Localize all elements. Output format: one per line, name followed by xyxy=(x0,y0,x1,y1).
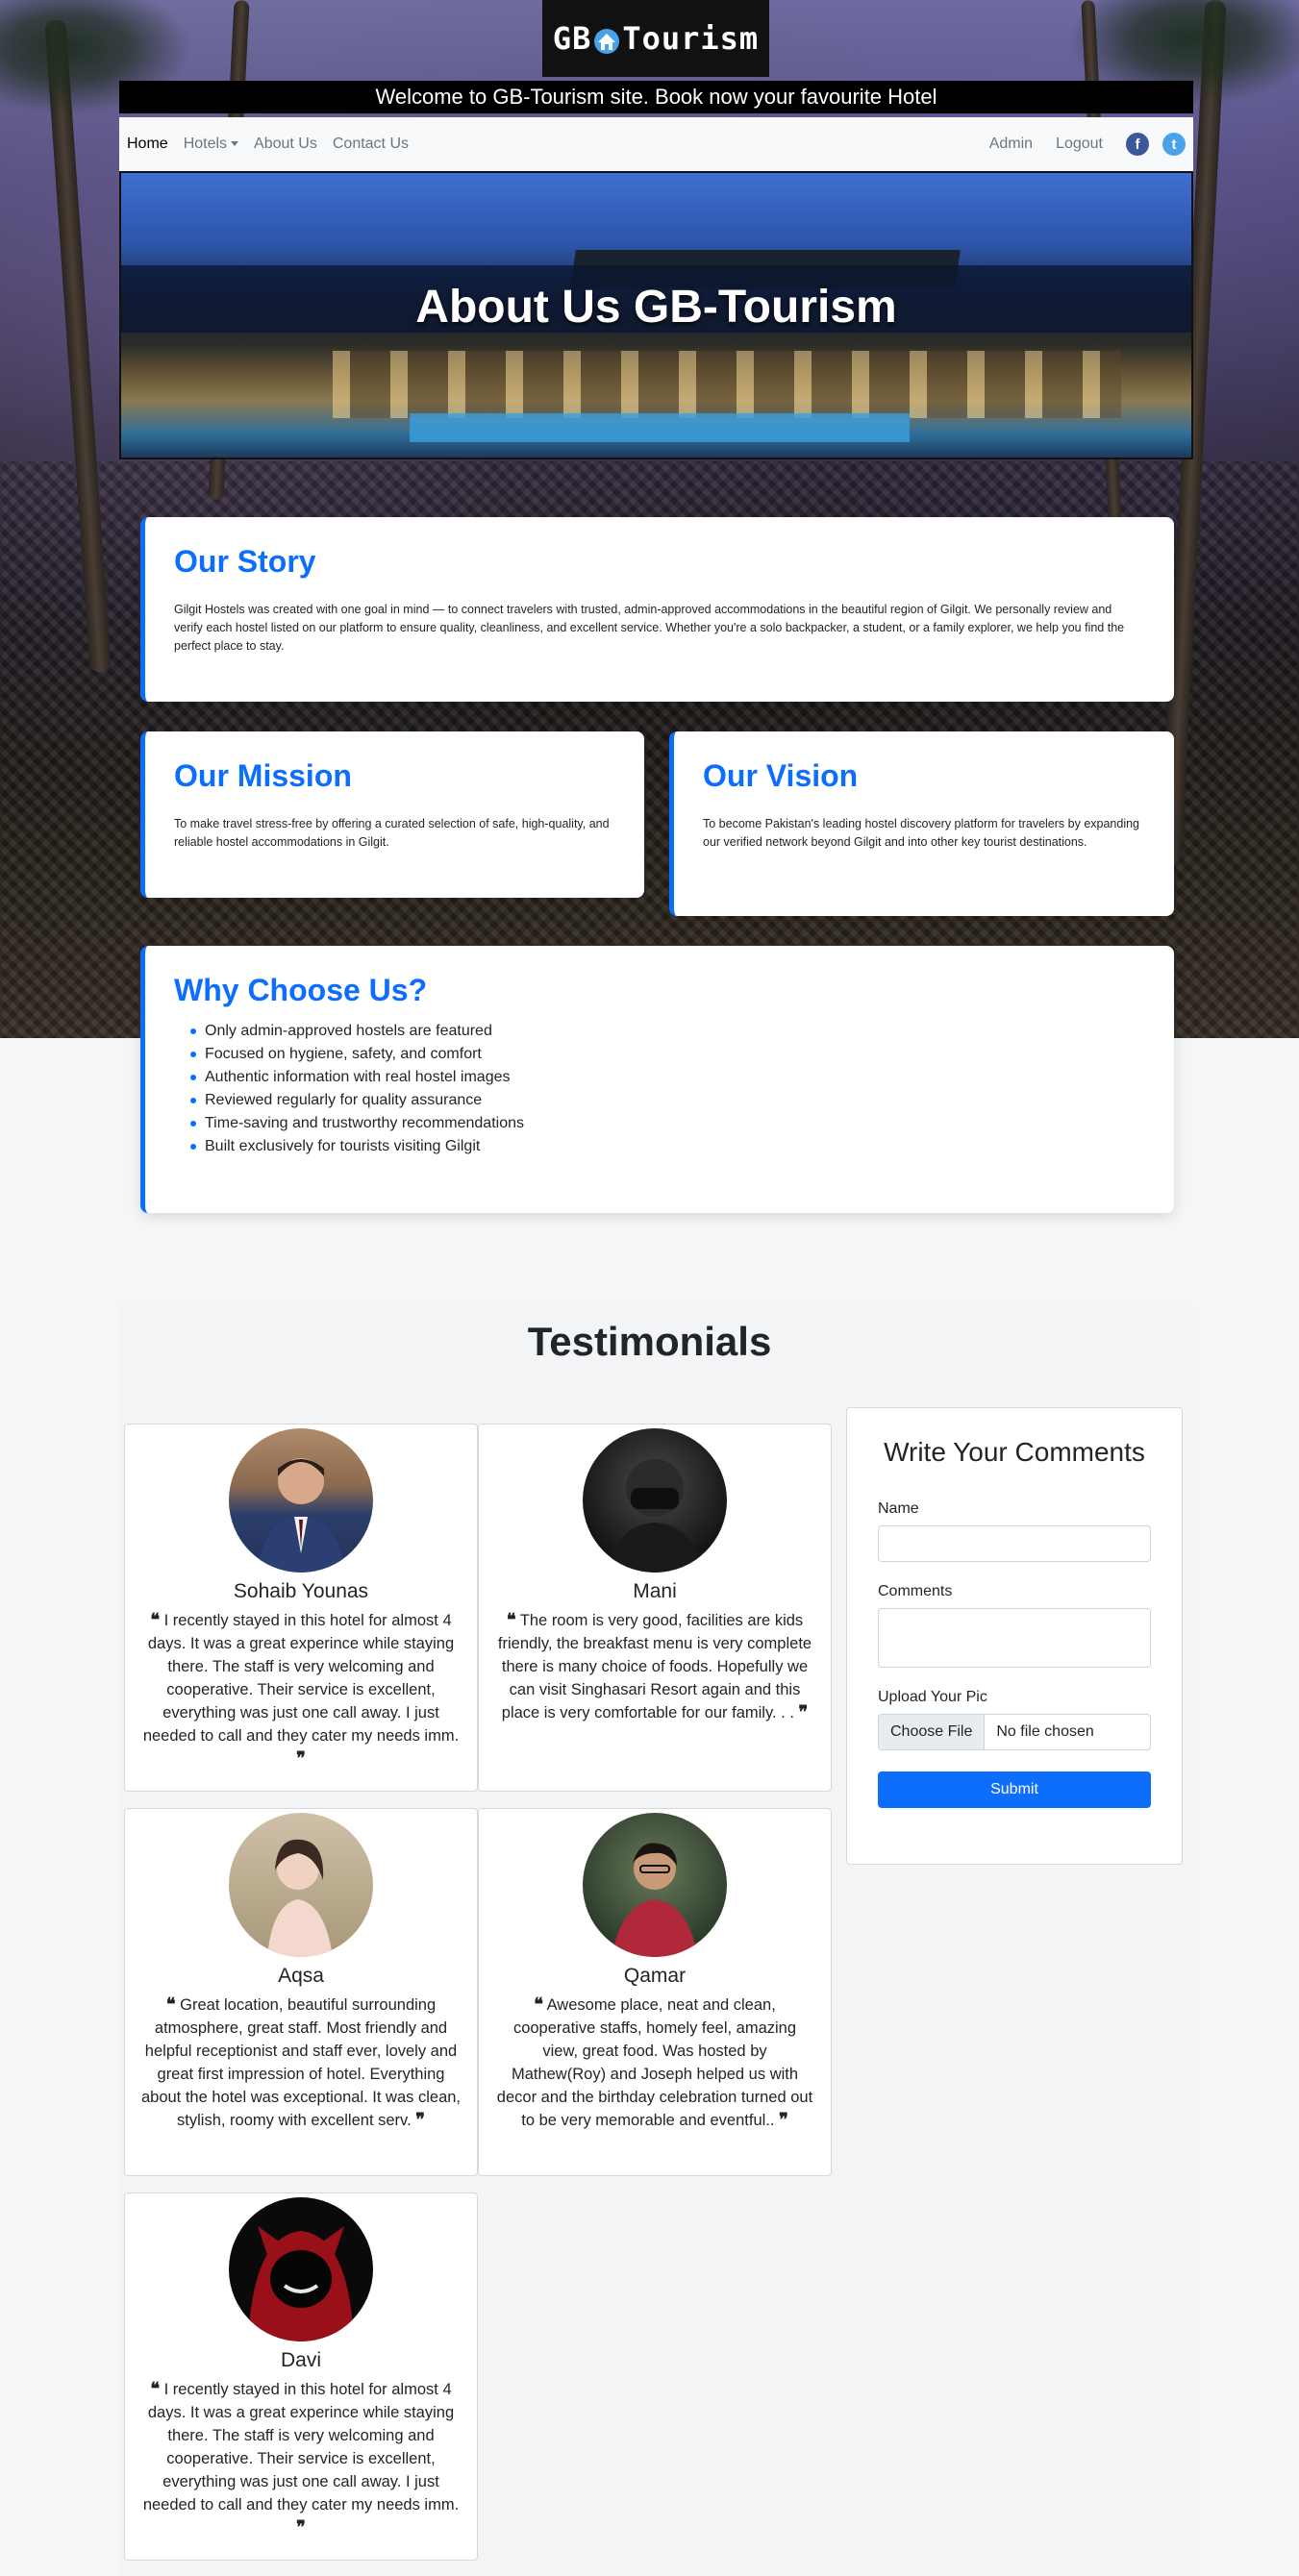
testimonial-text: The room is very good, facilities are ki… xyxy=(497,1612,812,1721)
testimonial-text: I recently stayed in this hotel for almo… xyxy=(142,1612,460,1745)
mission-title: Our Mission xyxy=(174,758,352,793)
upload-pic-label: Upload Your Pic xyxy=(878,1689,987,1705)
mission-text: To make travel stress-free by offering a… xyxy=(174,817,610,849)
nav-about[interactable]: About Us xyxy=(254,136,317,153)
testimonial-name: Mani xyxy=(633,1580,677,1602)
testimonial-card: Sohaib Younas ❝ I recently stayed in thi… xyxy=(124,1424,478,1792)
why-list-item: Time-saving and trustworthy recommendati… xyxy=(174,1112,1143,1135)
logo-text-right: Tourism xyxy=(622,20,760,57)
story-text: Gilgit Hostels was created with one goal… xyxy=(174,603,1125,653)
banner-pool xyxy=(410,413,910,442)
testimonial-quote: ❝ I recently stayed in this hotel for al… xyxy=(140,2378,462,2539)
banner-lights xyxy=(333,351,1121,418)
testimonial-card: Aqsa ❝ Great location, beautiful surroun… xyxy=(124,1808,478,2176)
testimonial-quote: ❝ Awesome place, neat and clean, coopera… xyxy=(494,1994,815,2132)
mission-card: Our Mission To make travel stress-free b… xyxy=(140,731,644,898)
comment-form-title: Write Your Comments xyxy=(884,1437,1145,1467)
logo-text-left: GB xyxy=(552,20,592,57)
site-logo[interactable]: GB Tourism xyxy=(542,0,769,77)
welcome-marquee: Welcome to GB-Tourism site. Book now you… xyxy=(119,81,1193,113)
why-list-item: Reviewed regularly for quality assurance xyxy=(174,1089,1143,1112)
avatar xyxy=(229,2197,373,2341)
avatar xyxy=(229,1813,373,1957)
close-quote-icon: ❞ xyxy=(798,1702,809,1722)
testimonial-card: Qamar ❝ Awesome place, neat and clean, c… xyxy=(478,1808,832,2176)
about-banner: About Us GB-Tourism xyxy=(119,171,1193,459)
file-input[interactable]: Choose File No file chosen xyxy=(878,1714,1151,1750)
nav-home[interactable]: Home xyxy=(127,136,168,153)
main-navbar: Home Hotels About Us Contact Us Admin Lo… xyxy=(119,117,1193,171)
story-title: Our Story xyxy=(174,544,316,579)
testimonial-text: Awesome place, neat and clean, cooperati… xyxy=(496,1996,813,2129)
close-quote-icon: ❞ xyxy=(779,2110,788,2130)
facebook-icon[interactable]: f xyxy=(1126,133,1149,156)
nav-logout[interactable]: Logout xyxy=(1056,136,1103,153)
close-quote-icon: ❞ xyxy=(296,2517,306,2538)
vision-card: Our Vision To become Pakistan's leading … xyxy=(669,731,1174,916)
testimonial-name: Davi xyxy=(280,2349,321,2371)
testimonial-quote: ❝ Great location, beautiful surrounding … xyxy=(140,1994,462,2132)
why-card: Why Choose Us? Only admin-approved hoste… xyxy=(140,946,1174,1213)
testimonial-name: Aqsa xyxy=(278,1965,324,1987)
testimonial-card: Mani ❝ The room is very good, facilities… xyxy=(478,1424,832,1792)
vision-text: To become Pakistan's leading hostel disc… xyxy=(703,817,1140,849)
avatar xyxy=(229,1428,373,1573)
submit-button[interactable]: Submit xyxy=(878,1771,1151,1808)
story-card: Our Story Gilgit Hostels was created wit… xyxy=(140,517,1174,702)
choose-file-button[interactable]: Choose File xyxy=(879,1715,986,1749)
why-list-item: Built exclusively for tourists visiting … xyxy=(174,1135,1143,1158)
avatar xyxy=(583,1428,727,1573)
comments-label: Comments xyxy=(878,1583,953,1599)
comment-form: Write Your Comments Name Comments Upload… xyxy=(846,1407,1183,1865)
close-quote-icon: ❞ xyxy=(296,1748,306,1769)
nav-hotels-dropdown[interactable]: Hotels xyxy=(183,136,239,153)
open-quote-icon: ❝ xyxy=(506,1610,516,1630)
testimonial-name: Qamar xyxy=(623,1965,687,1987)
why-list-item: Focused on hygiene, safety, and comfort xyxy=(174,1043,1143,1066)
comments-textarea[interactable] xyxy=(878,1608,1151,1668)
testimonial-card: Davi ❝ I recently stayed in this hotel f… xyxy=(124,2192,478,2561)
open-quote-icon: ❝ xyxy=(534,1994,543,2015)
open-quote-icon: ❝ xyxy=(150,1610,161,1630)
close-quote-icon: ❞ xyxy=(415,2110,425,2130)
twitter-icon[interactable]: t xyxy=(1162,133,1186,156)
house-icon xyxy=(593,26,620,54)
why-list-item: Authentic information with real hostel i… xyxy=(174,1066,1143,1089)
nav-contact[interactable]: Contact Us xyxy=(333,136,409,153)
testimonial-quote: ❝ The room is very good, facilities are … xyxy=(494,1609,815,1724)
vision-title: Our Vision xyxy=(703,758,859,793)
open-quote-icon: ❝ xyxy=(165,1994,176,2015)
banner-title: About Us GB-Tourism xyxy=(415,282,897,333)
why-list: Only admin-approved hostels are featured… xyxy=(174,1020,1143,1158)
testimonial-name: Sohaib Younas xyxy=(233,1580,369,1602)
why-list-item: Only admin-approved hostels are featured xyxy=(174,1020,1143,1043)
nav-right-group: Admin Logout f t xyxy=(989,133,1186,156)
file-status-text: No file chosen xyxy=(996,1723,1094,1740)
testimonial-text: I recently stayed in this hotel for almo… xyxy=(142,2381,460,2514)
nav-hotels-label: Hotels xyxy=(183,136,228,152)
testimonial-quote: ❝ I recently stayed in this hotel for al… xyxy=(140,1609,462,1771)
name-label: Name xyxy=(878,1500,919,1517)
testimonials-title: Testimonials xyxy=(527,1319,772,1364)
why-title: Why Choose Us? xyxy=(174,973,428,1007)
caret-down-icon xyxy=(231,141,239,147)
nav-admin[interactable]: Admin xyxy=(989,136,1033,153)
name-field[interactable] xyxy=(878,1525,1151,1562)
open-quote-icon: ❝ xyxy=(150,2379,161,2399)
avatar xyxy=(583,1813,727,1957)
testimonial-text: Great location, beautiful surrounding at… xyxy=(140,1996,462,2129)
